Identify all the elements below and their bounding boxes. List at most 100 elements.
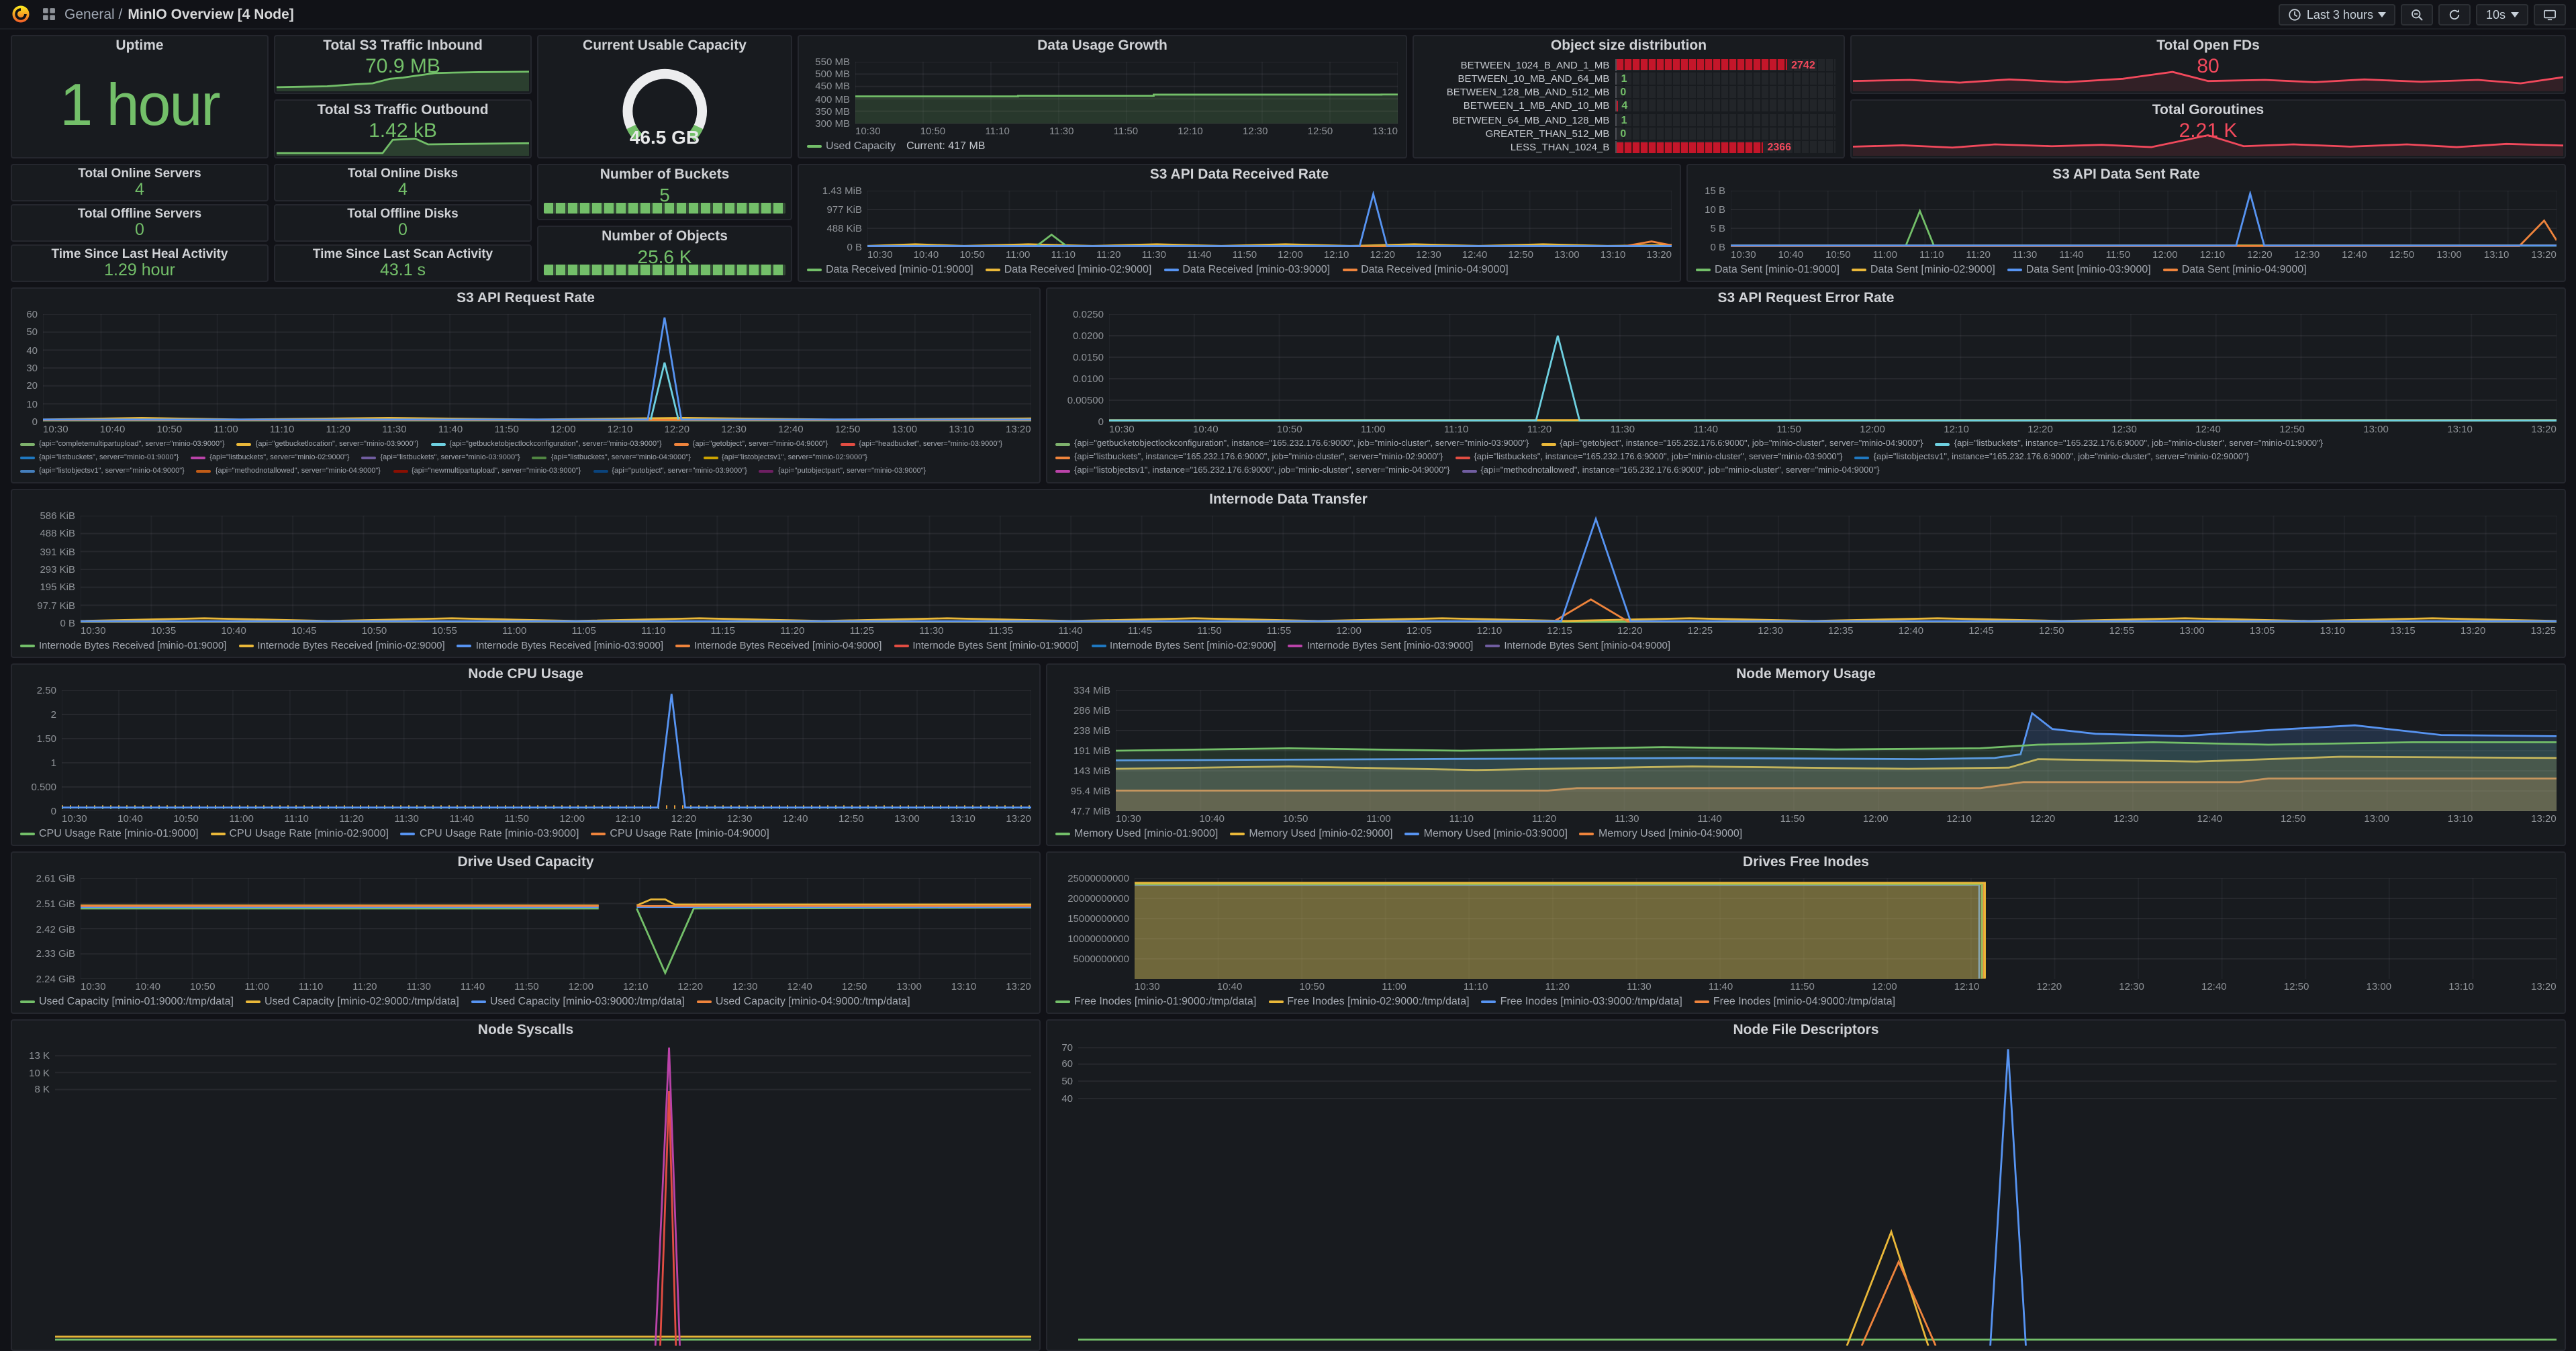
free-inodes-chart[interactable]: 5000000000100000000001500000000020000000…: [1053, 874, 2557, 1009]
panel-node-cpu-usage[interactable]: Node CPU Usage 00.50011.5022.5010:3010:4…: [11, 663, 1041, 846]
legend-item[interactable]: {api="putobject", server="minio-03:9000"…: [593, 465, 747, 478]
legend-item[interactable]: {api="putobjectpart", server="minio-03:9…: [759, 465, 926, 478]
panel-time-since-last-heal[interactable]: Time Since Last Heal Activity 1.29 hour: [11, 244, 269, 282]
legend-item[interactable]: Used CapacityCurrent: 417 MB: [807, 140, 985, 153]
breadcrumb-title[interactable]: MinIO Overview [4 Node]: [128, 6, 293, 22]
legend-item[interactable]: Free Inodes [minio-03:9000:/tmp/data]: [1482, 995, 1682, 1009]
panel-total-offline-servers[interactable]: Total Offline Servers 0: [11, 204, 269, 242]
panel-title[interactable]: Total Online Disks: [275, 165, 530, 181]
legend-item[interactable]: Internode Bytes Received [minio-04:9000]: [675, 639, 881, 653]
panel-title[interactable]: Node Memory Usage: [1047, 665, 2565, 685]
panel-title[interactable]: Internode Data Transfer: [12, 490, 2565, 510]
panel-title[interactable]: Number of Buckets: [538, 165, 791, 185]
legend-item[interactable]: Data Received [minio-03:9000]: [1163, 263, 1330, 277]
panel-node-file-descriptors[interactable]: Node File Descriptors 40506070: [1046, 1019, 2566, 1351]
panel-s3-traffic-outbound[interactable]: Total S3 Traffic Outbound 1.42 kB: [274, 99, 532, 158]
panel-s3-api-data-received-rate[interactable]: S3 API Data Received Rate 0 B488 KiB977 …: [798, 164, 1681, 282]
panel-title[interactable]: Number of Objects: [538, 227, 791, 247]
refresh-button[interactable]: [2439, 3, 2471, 25]
panel-drive-used-capacity[interactable]: Drive Used Capacity 2.24 GiB2.33 GiB2.42…: [11, 851, 1041, 1014]
tv-mode-button[interactable]: [2534, 3, 2566, 25]
panel-s3-api-data-sent-rate[interactable]: S3 API Data Sent Rate 0 B5 B10 B15 B10:3…: [1686, 164, 2566, 282]
legend-item[interactable]: Internode Bytes Received [minio-03:9000]: [457, 639, 663, 653]
panel-total-goroutines[interactable]: Total Goroutines 2.21 K: [1850, 99, 2566, 158]
panel-title[interactable]: Data Usage Growth: [799, 36, 1406, 56]
plot-area[interactable]: [1135, 878, 2557, 979]
panel-title[interactable]: Total Open FDs: [1852, 36, 2565, 56]
legend-item[interactable]: Internode Bytes Sent [minio-01:9000]: [894, 639, 1079, 653]
legend-item[interactable]: CPU Usage Rate [minio-03:9000]: [401, 827, 579, 841]
legend-item[interactable]: Memory Used [minio-01:9000]: [1055, 827, 1218, 841]
legend-item[interactable]: Internode Bytes Sent [minio-03:9000]: [1288, 639, 1474, 653]
legend-item[interactable]: {api="listbuckets", instance="165.232.17…: [1055, 451, 1443, 465]
panel-title[interactable]: Uptime: [12, 36, 267, 56]
panel-object-size-distribution[interactable]: Object size distribution BETWEEN_1024_B_…: [1413, 35, 1845, 158]
panel-title[interactable]: S3 API Request Error Rate: [1047, 289, 2565, 309]
panel-total-online-servers[interactable]: Total Online Servers 4: [11, 164, 269, 201]
legend-item[interactable]: Data Received [minio-04:9000]: [1342, 263, 1509, 277]
panel-number-of-buckets[interactable]: Number of Buckets 5: [537, 164, 792, 220]
plot-area[interactable]: [867, 191, 1672, 247]
legend-item[interactable]: {api="listobjectsv1", instance="165.232.…: [1055, 465, 1449, 478]
plot-area[interactable]: [81, 878, 1031, 979]
panel-title[interactable]: Total S3 Traffic Inbound: [275, 36, 530, 56]
plot-area[interactable]: [1109, 314, 2557, 422]
legend-item[interactable]: {api="listbuckets", server="minio-04:900…: [532, 451, 691, 465]
panel-total-offline-disks[interactable]: Total Offline Disks 0: [274, 204, 532, 242]
legend-item[interactable]: {api="listbuckets", server="minio-02:900…: [191, 451, 349, 465]
panel-title[interactable]: Node Syscalls: [12, 1021, 1039, 1041]
legend-item[interactable]: Data Sent [minio-01:9000]: [1696, 263, 1840, 277]
panel-title[interactable]: Node CPU Usage: [12, 665, 1039, 685]
legend-item[interactable]: {api="listbuckets", instance="165.232.17…: [1936, 438, 2323, 451]
panel-title[interactable]: Time Since Last Scan Activity: [275, 246, 530, 262]
legend-item[interactable]: CPU Usage Rate [minio-04:9000]: [591, 827, 769, 841]
data-sent-chart[interactable]: 0 B5 B10 B15 B10:3010:4010:5011:0011:101…: [1693, 187, 2557, 277]
panel-number-of-objects[interactable]: Number of Objects 25.6 K: [537, 226, 792, 282]
legend-item[interactable]: {api="headbucket", server="minio-03:9000…: [840, 438, 1002, 451]
panel-title[interactable]: S3 API Data Sent Rate: [1688, 165, 2565, 185]
legend-item[interactable]: CPU Usage Rate [minio-02:9000]: [210, 827, 388, 841]
cpu-usage-chart[interactable]: 00.50011.5022.5010:3010:4010:5011:0011:1…: [17, 686, 1031, 841]
plot-area[interactable]: [1078, 1046, 2557, 1346]
panel-uptime[interactable]: Uptime 1 hour: [11, 35, 269, 158]
plot-area[interactable]: [55, 1046, 1031, 1346]
legend-item[interactable]: Internode Bytes Received [minio-02:9000]: [238, 639, 444, 653]
legend-item[interactable]: Data Sent [minio-03:9000]: [2007, 263, 2151, 277]
panel-node-memory-usage[interactable]: Node Memory Usage 47.7 MiB95.4 MiB143 Mi…: [1046, 663, 2566, 846]
refresh-interval-button[interactable]: 10s: [2477, 3, 2528, 25]
legend-item[interactable]: {api="listobjectsv1", instance="165.232.…: [1855, 451, 2249, 465]
plot-area[interactable]: [81, 516, 2557, 623]
legend-item[interactable]: Used Capacity [minio-02:9000:/tmp/data]: [246, 995, 459, 1009]
legend-item[interactable]: {api="listbuckets", server="minio-01:900…: [20, 451, 179, 465]
panel-internode-data-transfer[interactable]: Internode Data Transfer 0 B97.7 KiB195 K…: [11, 489, 2566, 658]
data-usage-growth-chart[interactable]: 300 MB350 MB400 MB450 MB500 MB550 MB10:3…: [804, 58, 1398, 153]
legend-item[interactable]: {api="newmultipartupload", server="minio…: [393, 465, 581, 478]
request-error-rate-chart[interactable]: 00.005000.01000.01500.02000.025010:3010:…: [1053, 310, 2557, 478]
legend-item[interactable]: Memory Used [minio-02:9000]: [1230, 827, 1392, 841]
legend-item[interactable]: Internode Bytes Sent [minio-02:9000]: [1091, 639, 1276, 653]
panel-title[interactable]: Drive Used Capacity: [12, 853, 1039, 873]
panel-data-usage-growth[interactable]: Data Usage Growth 300 MB350 MB400 MB450 …: [798, 35, 1407, 158]
legend-item[interactable]: {api="getobject", instance="165.232.176.…: [1541, 438, 1923, 451]
time-range-button[interactable]: Last 3 hours: [2279, 3, 2396, 25]
request-rate-chart[interactable]: 010203040506010:3010:4010:5011:0011:1011…: [17, 310, 1031, 478]
legend-item[interactable]: Data Received [minio-02:9000]: [986, 263, 1152, 277]
panel-s3-api-request-error-rate[interactable]: S3 API Request Error Rate 00.005000.0100…: [1046, 287, 2566, 483]
panel-title[interactable]: S3 API Data Received Rate: [799, 165, 1680, 185]
legend-item[interactable]: Used Capacity [minio-03:9000:/tmp/data]: [471, 995, 685, 1009]
panel-title[interactable]: Total Offline Disks: [275, 205, 530, 222]
syscalls-chart[interactable]: 8 K10 K13 K: [17, 1042, 1031, 1346]
breadcrumb-folder[interactable]: General /: [64, 6, 122, 22]
plot-area[interactable]: [855, 62, 1398, 124]
legend-item[interactable]: {api="methodnotallowed", server="minio-0…: [197, 465, 381, 478]
panel-title[interactable]: Total Offline Servers: [12, 205, 267, 222]
panel-title[interactable]: S3 API Request Rate: [12, 289, 1039, 309]
legend-item[interactable]: Free Inodes [minio-01:9000:/tmp/data]: [1055, 995, 1256, 1009]
panel-node-syscalls[interactable]: Node Syscalls 8 K10 K13 K: [11, 1019, 1041, 1351]
legend-item[interactable]: {api="completemultipartupload", server="…: [20, 438, 225, 451]
plot-area[interactable]: [1116, 690, 2557, 811]
panel-total-open-fds[interactable]: Total Open FDs 80: [1850, 35, 2566, 94]
plot-area[interactable]: [1731, 191, 2557, 247]
panel-s3-traffic-inbound[interactable]: Total S3 Traffic Inbound 70.9 MB: [274, 35, 532, 94]
legend-item[interactable]: {api="getbucketlocation", server="minio-…: [237, 438, 419, 451]
